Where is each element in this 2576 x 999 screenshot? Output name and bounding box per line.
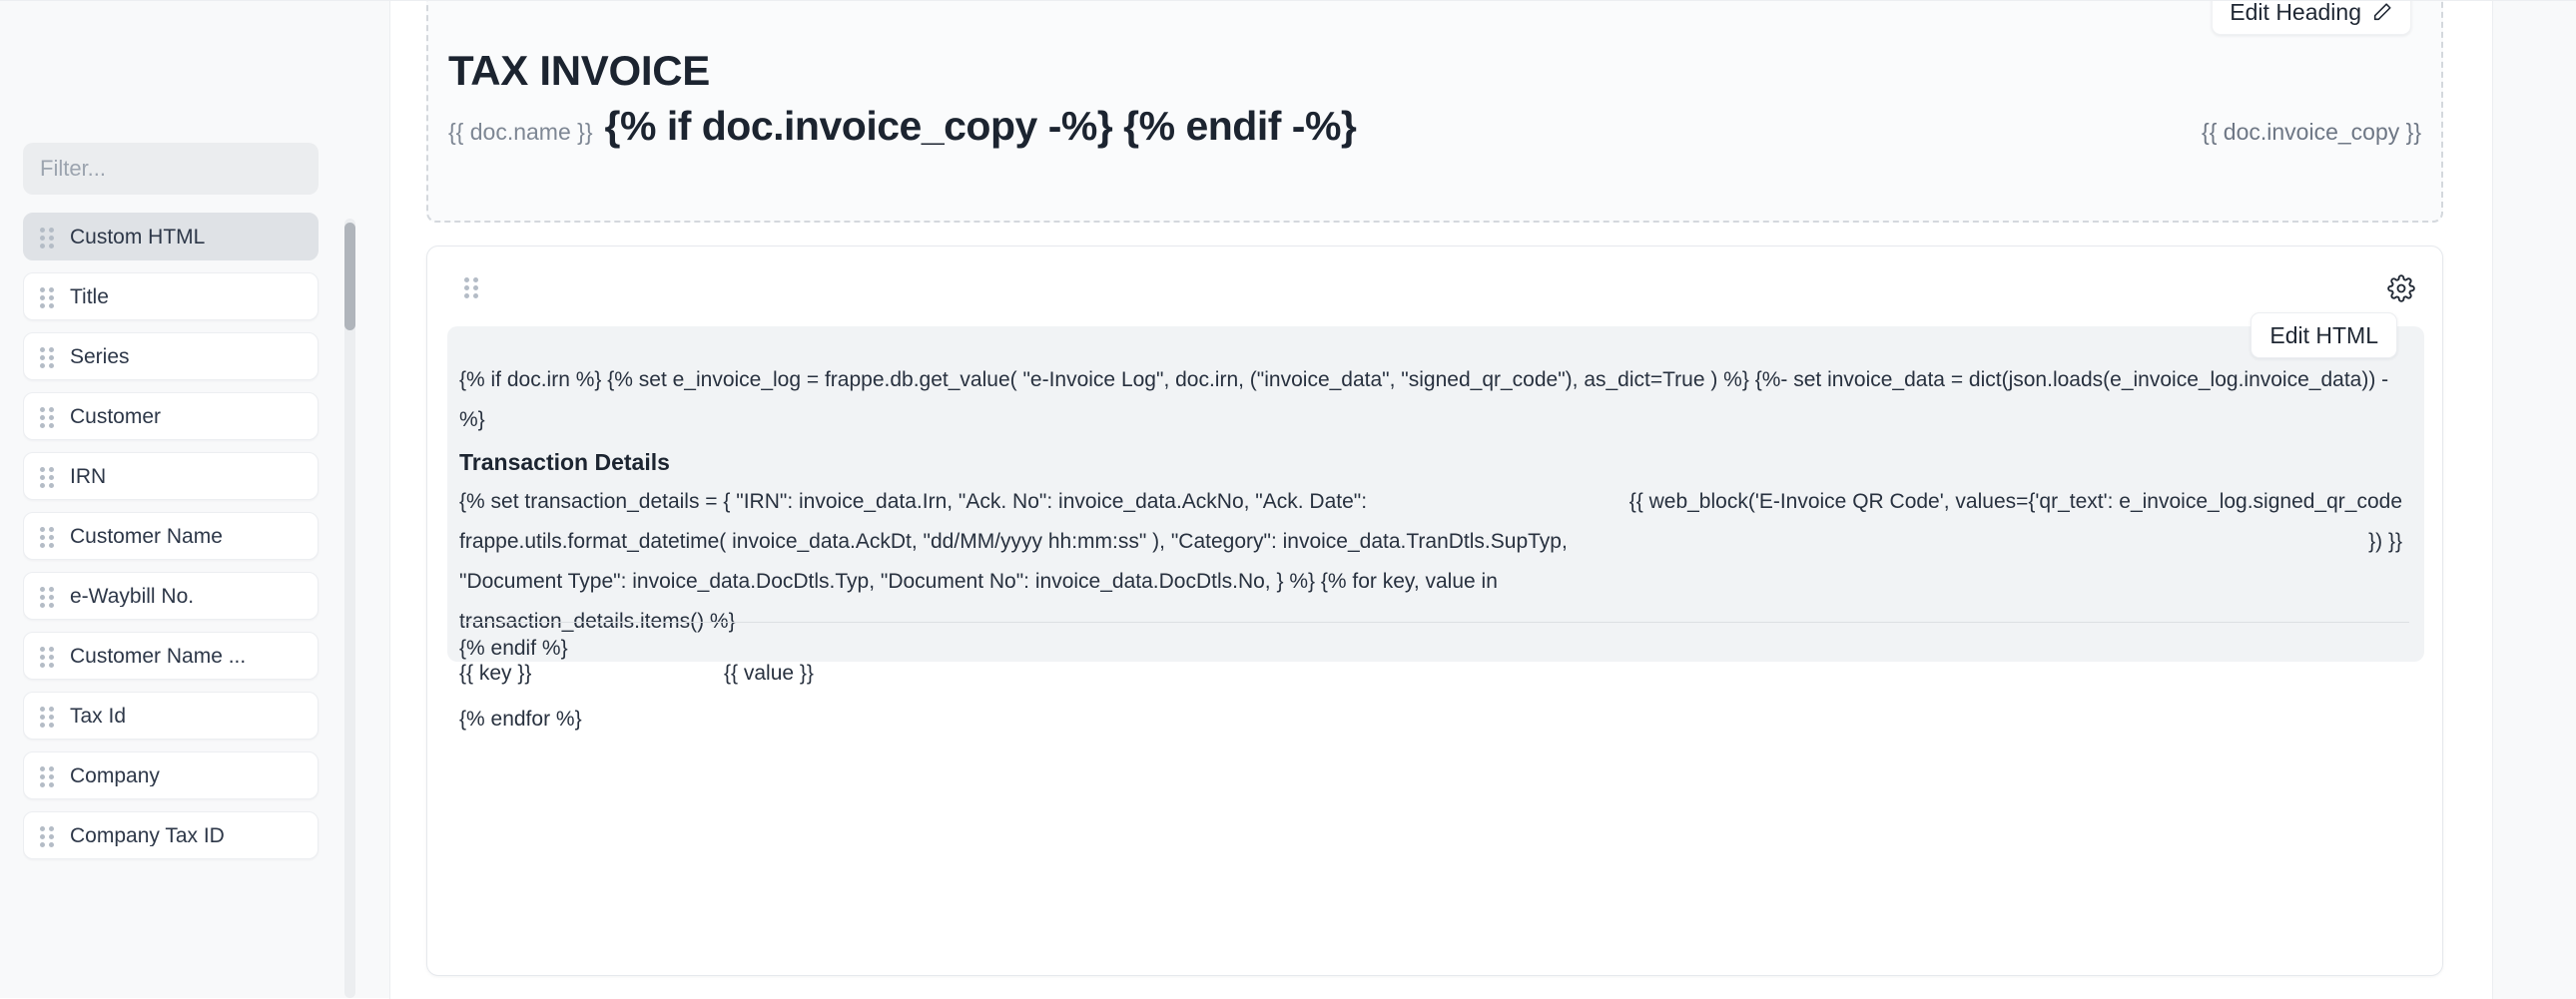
canvas-right-gutter: [2493, 1, 2576, 999]
jinja-endif-line: {% endif %}: [459, 637, 568, 660]
key-placeholder: {{ key }}: [459, 662, 532, 685]
code-two-column-row: {% set transaction_details = { "IRN": in…: [459, 482, 2412, 642]
drag-handle-icon[interactable]: [40, 527, 54, 548]
drag-handle-icon[interactable]: [40, 347, 54, 368]
drag-handle-icon[interactable]: [40, 587, 54, 608]
field-item-label: IRN: [70, 465, 107, 487]
edit-heading-button[interactable]: Edit Heading: [2212, 0, 2411, 35]
page-root: Custom HTML Title Series Customer IRN Cu: [0, 0, 2576, 999]
jinja-conditional-text: {% if doc.invoice_copy -%} {% endif -%}: [604, 103, 1357, 149]
field-item-irn[interactable]: IRN: [23, 452, 319, 500]
heading-subtitle-row: {{ doc.name }} {% if doc.invoice_copy -%…: [448, 103, 2421, 150]
value-placeholder: {{ value }}: [724, 662, 814, 685]
field-item-custom-html[interactable]: Custom HTML: [23, 213, 319, 260]
drag-handle-icon[interactable]: [40, 407, 54, 428]
edit-html-button[interactable]: Edit HTML: [2251, 312, 2397, 358]
field-item-label: Company Tax ID: [70, 824, 225, 846]
jinja-endfor-line: {% endfor %}: [459, 708, 582, 731]
page-title-wrap: TAX INVOICE: [448, 47, 2421, 94]
edit-heading-label: Edit Heading: [2230, 0, 2361, 25]
field-item-customer-name-alt[interactable]: Customer Name ...: [23, 632, 319, 680]
field-item-customer-name[interactable]: Customer Name: [23, 512, 319, 560]
qr-web-block-line: {{ web_block('E-Invoice QR Code', values…: [1628, 490, 2402, 553]
code-column-left: {% set transaction_details = { "IRN": in…: [459, 482, 1617, 642]
sidebar-scrollbar-track[interactable]: [344, 219, 355, 998]
field-item-tax-id[interactable]: Tax Id: [23, 692, 319, 740]
drag-handle-icon[interactable]: [40, 766, 54, 787]
code-column-right: {{ web_block('E-Invoice QR Code', values…: [1617, 482, 2412, 562]
drag-handle-icon[interactable]: [40, 467, 54, 488]
field-list: Custom HTML Title Series Customer IRN Cu: [23, 213, 332, 998]
key-value-row: {{ key }} {{ value }}: [459, 662, 2412, 686]
jinja-line-2: {% set transaction_details = { "IRN": in…: [459, 490, 1568, 633]
field-item-company-tax-id[interactable]: Company Tax ID: [23, 811, 319, 859]
filter-input[interactable]: [23, 143, 319, 195]
drag-handle-icon[interactable]: [40, 707, 54, 728]
transaction-details-heading: Transaction Details: [459, 449, 670, 475]
field-item-label: Custom HTML: [70, 226, 206, 248]
field-item-label: Customer Name: [70, 525, 223, 547]
drag-handle-icon[interactable]: [40, 826, 54, 847]
field-item-title[interactable]: Title: [23, 272, 319, 320]
print-format-canvas: Edit Heading TAX INVOICE {{ doc.name }} …: [389, 0, 2576, 999]
field-item-label: Customer Name ...: [70, 645, 247, 667]
field-item-label: e-Waybill No.: [70, 585, 195, 607]
sidebar-scrollbar-thumb[interactable]: [344, 223, 355, 330]
section-settings-button[interactable]: [2387, 274, 2415, 302]
field-item-customer[interactable]: Customer: [23, 392, 319, 440]
jinja-line-1: {% if doc.irn %} {% set e_invoice_log = …: [459, 368, 2389, 431]
field-item-label: Company: [70, 764, 160, 786]
drag-handle-icon[interactable]: [40, 647, 54, 668]
doc-name-tag: {{ doc.name }}: [448, 119, 593, 145]
edit-html-label: Edit HTML: [2269, 321, 2378, 348]
canvas-right-rail: [2492, 1, 2493, 999]
section-drag-handle-icon[interactable]: [464, 277, 478, 298]
field-item-series[interactable]: Series: [23, 332, 319, 380]
field-item-label: Series: [70, 345, 130, 367]
doc-invoice-copy-tag: {{ doc.invoice_copy }}: [2202, 119, 2421, 145]
custom-html-block[interactable]: Edit HTML {% if doc.irn %} {% set e_invo…: [447, 312, 2424, 731]
canvas-left-rail: [389, 1, 390, 999]
drag-handle-icon[interactable]: [40, 287, 54, 308]
field-item-label: Tax Id: [70, 705, 127, 727]
pencil-icon: [2373, 3, 2391, 21]
field-item-label: Customer: [70, 405, 162, 427]
heading-block[interactable]: Edit Heading TAX INVOICE {{ doc.name }} …: [426, 0, 2443, 223]
gear-icon: [2387, 274, 2415, 302]
field-item-e-waybill-no[interactable]: e-Waybill No.: [23, 572, 319, 620]
section-card[interactable]: Edit HTML {% if doc.irn %} {% set e_invo…: [426, 246, 2443, 976]
field-item-company[interactable]: Company: [23, 751, 319, 799]
fields-sidebar: Custom HTML Title Series Customer IRN Cu: [0, 0, 389, 998]
page-title: TAX INVOICE: [448, 47, 710, 94]
field-item-label: Title: [70, 285, 109, 307]
drag-handle-icon[interactable]: [40, 228, 54, 249]
block-divider: [462, 622, 2409, 623]
